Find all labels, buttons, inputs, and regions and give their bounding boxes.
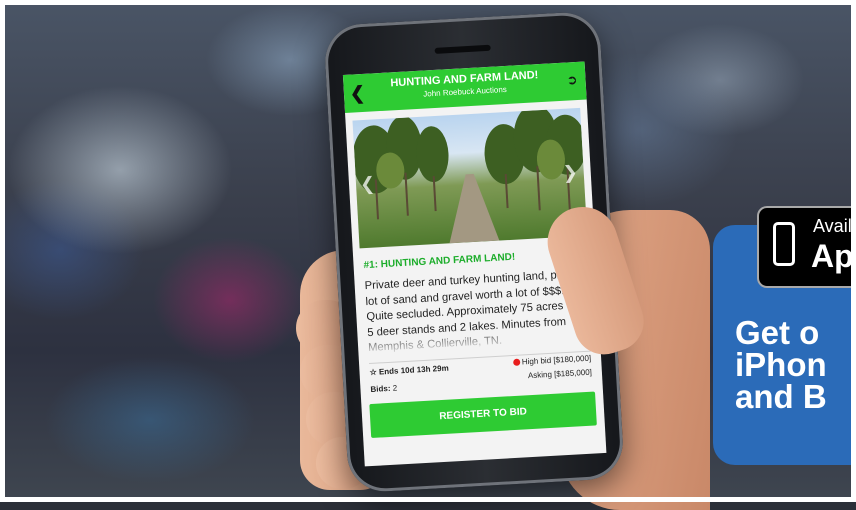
promo-text-content: Get o iPhon and B bbox=[735, 314, 827, 415]
next-image-icon[interactable]: ❯ bbox=[562, 162, 578, 184]
bids-value: 2 bbox=[392, 383, 398, 393]
badge-big-text: Ap bbox=[811, 238, 854, 274]
promo-text: Get o iPhon and B bbox=[735, 314, 856, 415]
high-bid-text: High bid [$180,000] bbox=[521, 353, 592, 367]
logout-icon[interactable]: ➲ bbox=[566, 72, 578, 89]
high-bid-dot-icon bbox=[512, 358, 521, 366]
bids-label: Bids: bbox=[370, 383, 391, 394]
back-icon[interactable]: ❮ bbox=[349, 83, 365, 105]
phone-speaker bbox=[434, 44, 491, 54]
badge-small-text: Avail bbox=[813, 216, 852, 236]
bids-count: Bids: 2 bbox=[370, 384, 397, 394]
prev-image-icon[interactable]: ❮ bbox=[359, 173, 375, 195]
ends-text: Ends 10d 13h 29m bbox=[378, 363, 449, 377]
asking-price: Asking [$185,000] bbox=[527, 367, 593, 381]
app-store-badge[interactable]: Avail Ap bbox=[757, 206, 856, 288]
high-bid: High bid [$180,000] bbox=[512, 353, 592, 367]
lot-info: ☆ Ends 10d 13h 29m Bids: 2 High bid [$18… bbox=[369, 350, 593, 398]
register-to-bid-button[interactable]: REGISTER TO BID bbox=[369, 391, 597, 439]
star-outline-icon[interactable]: ☆ bbox=[369, 368, 377, 377]
app-header: ❮ HUNTING AND FARM LAND! John Roebuck Au… bbox=[342, 61, 587, 113]
ends-timer: ☆ Ends 10d 13h 29m bbox=[369, 364, 449, 377]
iphone-icon bbox=[773, 222, 795, 266]
